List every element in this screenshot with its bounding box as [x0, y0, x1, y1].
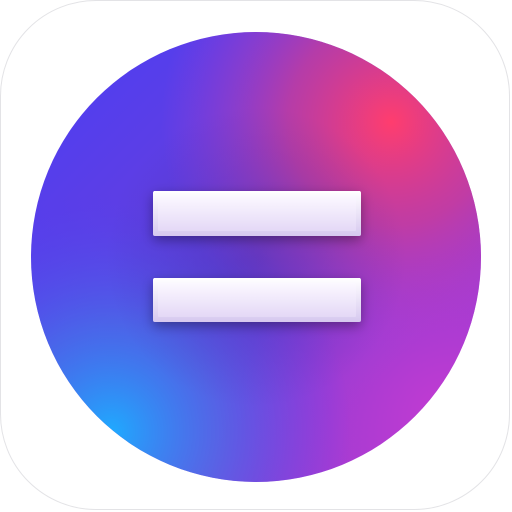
equals-bottom-bar	[153, 278, 361, 322]
app-icon-tile[interactable]	[0, 0, 510, 510]
gradient-disc	[31, 32, 481, 482]
equals-top-bar	[153, 191, 361, 236]
equals-icon-graphic	[31, 32, 481, 482]
equals-icon	[31, 32, 481, 482]
